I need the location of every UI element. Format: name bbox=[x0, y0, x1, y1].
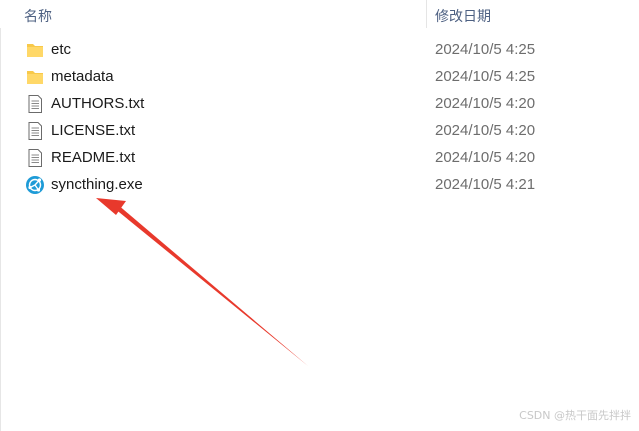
file-date: 2024/10/5 4:21 bbox=[435, 176, 536, 193]
file-row-etc[interactable]: etc 2024/10/5 4:25 bbox=[0, 37, 639, 64]
file-list: etc 2024/10/5 4:25 metadata 2024/10/5 4:… bbox=[0, 37, 639, 199]
file-date: 2024/10/5 4:25 bbox=[435, 68, 536, 85]
file-row-authors[interactable]: AUTHORS.txt 2024/10/5 4:20 bbox=[0, 91, 639, 118]
column-header-bar: 名称 修改日期 bbox=[0, 0, 639, 28]
syncthing-app-icon bbox=[26, 176, 44, 194]
file-date: 2024/10/5 4:20 bbox=[435, 122, 536, 139]
folder-icon bbox=[27, 44, 43, 57]
arrow-shaft bbox=[114, 204, 308, 366]
file-name: LICENSE.txt bbox=[51, 122, 136, 139]
file-name: AUTHORS.txt bbox=[51, 95, 145, 112]
file-date: 2024/10/5 4:25 bbox=[435, 41, 536, 58]
column-separator[interactable] bbox=[426, 0, 427, 28]
file-row-metadata[interactable]: metadata 2024/10/5 4:25 bbox=[0, 64, 639, 91]
watermark: CSDN @热干面先拌拌 bbox=[519, 409, 631, 422]
file-explorer-view: 名称 修改日期 etc 2024/10/5 4:25 metadata 2024… bbox=[0, 0, 639, 431]
text-file-icon bbox=[28, 149, 42, 167]
folder-icon bbox=[27, 71, 43, 84]
file-name: etc bbox=[51, 41, 72, 58]
file-row-readme[interactable]: README.txt 2024/10/5 4:20 bbox=[0, 145, 639, 172]
text-file-icon bbox=[28, 95, 42, 113]
date-modified-column-header[interactable]: 修改日期 bbox=[435, 6, 491, 26]
file-date: 2024/10/5 4:20 bbox=[435, 95, 536, 112]
file-row-syncthing[interactable]: syncthing.exe 2024/10/5 4:21 bbox=[0, 172, 639, 199]
file-name: syncthing.exe bbox=[51, 176, 143, 193]
file-row-license[interactable]: LICENSE.txt 2024/10/5 4:20 bbox=[0, 118, 639, 145]
text-file-icon bbox=[28, 122, 42, 140]
arrow-head bbox=[96, 198, 126, 215]
file-date: 2024/10/5 4:20 bbox=[435, 149, 536, 166]
file-name: README.txt bbox=[51, 149, 136, 166]
file-name: metadata bbox=[51, 68, 114, 85]
name-column-header[interactable]: 名称 bbox=[24, 6, 52, 26]
